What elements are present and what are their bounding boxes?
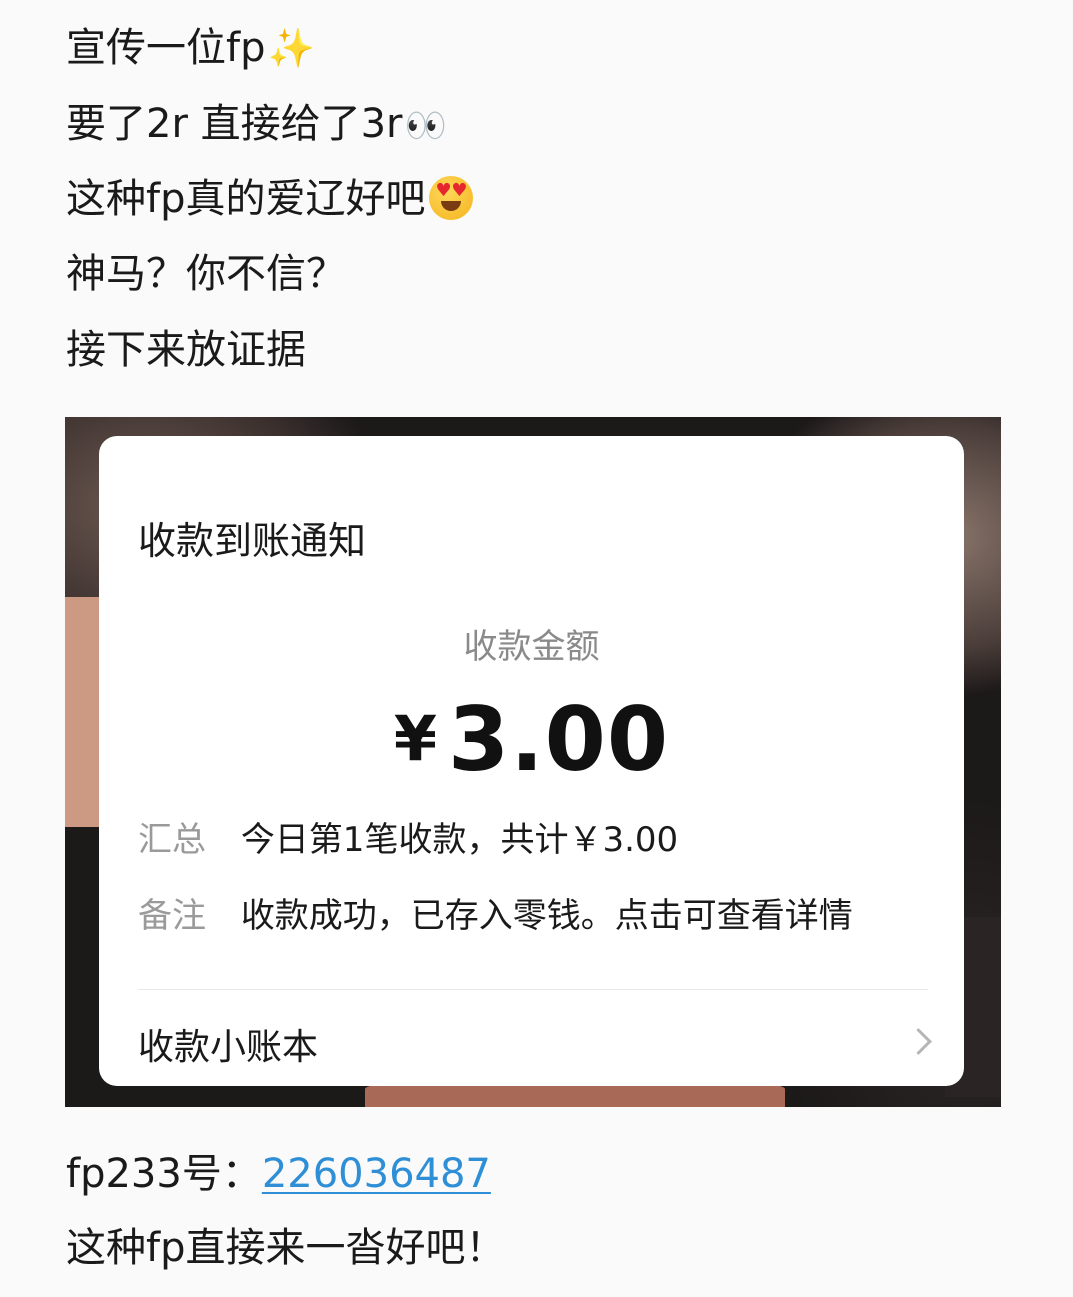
- post-line-1-text: 宣传一位fp: [66, 25, 266, 71]
- divider: [138, 989, 928, 990]
- amount-number: 3.00: [448, 688, 670, 791]
- remark-key: 备注: [138, 896, 206, 936]
- currency-symbol: ¥: [393, 702, 438, 775]
- fp-id-link[interactable]: 226036487: [262, 1151, 491, 1197]
- amount-label: 收款金额: [463, 627, 600, 667]
- closing-line: 这种fp直接来一沓好吧！: [66, 1225, 506, 1271]
- post-line-2-text: 要了2r 直接给了3r: [66, 101, 403, 147]
- post-line-2: 要了2r 直接给了3r👀: [66, 100, 447, 150]
- remark-value: 收款成功，已存入零钱。点击可查看详情: [240, 896, 853, 936]
- fp-id-line: fp233号：226036487: [66, 1150, 491, 1198]
- post-line-3: 这种fp真的爱辽好吧: [66, 175, 474, 223]
- heart-eyes-face-icon: [429, 176, 474, 220]
- post-line-1: 宣传一位fp✨: [66, 24, 315, 72]
- summary-row: 汇总 今日第1笔收款，共计￥3.00: [138, 812, 678, 861]
- fp-id-prefix: fp233号：: [66, 1151, 262, 1197]
- remark-row: 备注 收款成功，已存入零钱。点击可查看详情: [138, 888, 853, 937]
- sparkles-icon: ✨: [267, 26, 315, 70]
- post-line-4: 神马？你不信？: [66, 251, 346, 297]
- post-line-5: 接下来放证据: [66, 327, 306, 373]
- card-title: 收款到账通知: [138, 519, 367, 563]
- summary-key: 汇总: [138, 820, 206, 860]
- ledger-link[interactable]: 收款小账本: [138, 1018, 318, 1070]
- post-line-3-text: 这种fp真的爱辽好吧: [66, 176, 426, 222]
- chevron-right-icon[interactable]: [905, 1028, 932, 1055]
- summary-value: 今日第1笔收款，共计￥3.00: [240, 820, 679, 860]
- payment-notification-card: 收款到账通知 收款金额 ¥3.00 汇总 今日第1笔收款，共计￥3.00 备注 …: [99, 436, 964, 1086]
- amount-value: ¥3.00: [99, 688, 964, 791]
- eyes-icon: 👀: [404, 106, 447, 146]
